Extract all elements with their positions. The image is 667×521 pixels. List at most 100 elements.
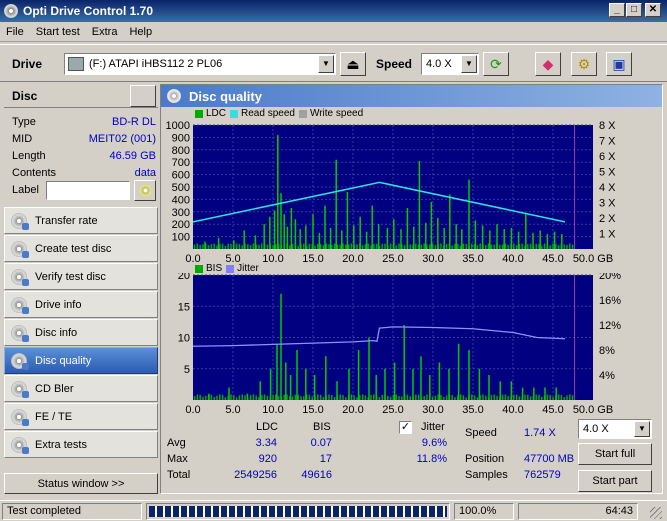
y-tick-label: 700: [172, 157, 190, 169]
y-tick-label: 1000: [166, 120, 190, 132]
stats-speed-label: Speed: [465, 427, 497, 439]
stats-jitter-avg: 9.6%: [421, 437, 447, 449]
chart1-legend: LDC Read speed Write speed: [191, 108, 363, 119]
progress-fill: [149, 506, 447, 517]
nav-cd-bler[interactable]: CD Bler: [4, 375, 158, 402]
stats-avg-ldc: 3.34: [255, 437, 277, 449]
y-tick-label: 10: [178, 333, 190, 345]
x-tick-label: 35.0: [462, 253, 483, 265]
menu-help[interactable]: Help: [123, 26, 158, 38]
menu-extra[interactable]: Extra: [86, 26, 124, 38]
nav-label: Disc info: [35, 326, 78, 339]
status-window-button[interactable]: Status window >>: [4, 473, 158, 494]
disc-icon: [11, 352, 29, 370]
title-bar: Opti Drive Control 1.70 _ □ ✕: [0, 0, 667, 22]
resize-grip[interactable]: [650, 507, 662, 519]
menu-start-test[interactable]: Start test: [30, 26, 86, 38]
nav-disc-quality[interactable]: Disc quality: [4, 347, 158, 374]
x-tick-label: 20.0: [342, 404, 363, 416]
jitter-checkbox[interactable]: ✓: [399, 421, 412, 434]
stats-position-label: Position: [465, 453, 505, 465]
y2-tick-label: 12%: [599, 320, 621, 332]
x-tick-label: 10.0: [262, 253, 283, 265]
save-icon[interactable]: ▣: [606, 52, 632, 76]
nav-label: Extra tests: [35, 438, 87, 451]
status-bar: Test completed 100.0% 64:43: [0, 500, 667, 521]
x-tick-label: 50.0 GB: [573, 253, 613, 265]
y-tick-label: 20: [178, 273, 190, 282]
stats-samples-value: 762579: [524, 469, 561, 481]
disc-icon: [11, 296, 29, 314]
disc-label-input[interactable]: [46, 181, 130, 200]
stats-total-ldc: 2549256: [234, 469, 277, 481]
settings-icon[interactable]: ⚙: [571, 52, 597, 76]
disc-mid-label: MID: [12, 133, 33, 145]
disc-refresh-button[interactable]: [130, 85, 156, 107]
stats-avg-bis: 0.07: [310, 437, 332, 449]
chevron-down-icon: ▼: [461, 55, 477, 73]
y-tick-label: 5: [184, 364, 190, 376]
x-tick-label: 50.0 GB: [573, 404, 613, 416]
window-title: Opti Drive Control 1.70: [23, 4, 154, 18]
nav-transfer-rate[interactable]: Transfer rate: [4, 207, 158, 234]
toolbar: Drive (F:) ATAPI iHBS112 2 PL06 ▼ ⏏ Spee…: [0, 44, 667, 82]
minimize-button[interactable]: _: [609, 3, 625, 17]
y-tick-label: 15: [178, 301, 190, 313]
nav-label: FE / TE: [35, 410, 73, 423]
disc-header: Disc: [4, 84, 158, 108]
bis-chart: 20 15 10 5 20% 16% 12% 8% 4% 0.0 5.0 10.0 15.0 20.0 25…: [178, 273, 621, 416]
nav-extra-tests[interactable]: Extra tests: [4, 431, 158, 458]
x-tick-label: 0.0: [185, 404, 200, 416]
y2-tick-label: 3 X: [599, 198, 616, 210]
start-full-button[interactable]: Start full: [578, 443, 652, 465]
maximize-button[interactable]: □: [626, 3, 642, 17]
nav-label: CD Bler: [35, 382, 74, 395]
charts-area: LDC Read speed Write speed BIS Jitter 10…: [161, 107, 662, 417]
status-text: Test completed: [2, 503, 142, 520]
nav-drive-info[interactable]: Drive info: [4, 291, 158, 318]
drive-select[interactable]: (F:) ATAPI iHBS112 2 PL06 ▼: [64, 53, 336, 75]
test-speed-select[interactable]: 4.0 X ▼: [578, 419, 652, 439]
y-tick-label: 400: [172, 194, 190, 206]
start-part-button[interactable]: Start part: [578, 470, 652, 492]
stats-speed-value: 1.74 X: [524, 427, 556, 439]
x-tick-label: 40.0: [502, 253, 523, 265]
jitter-label: Jitter: [421, 421, 445, 433]
x-tick-label: 25.0: [382, 253, 403, 265]
y2-tick-label: 16%: [599, 295, 621, 307]
disc-mid-value: MEIT02 (001): [88, 133, 156, 145]
nav-disc-info[interactable]: Disc info: [4, 319, 158, 346]
eject-button[interactable]: ⏏: [340, 52, 366, 76]
disc-quality-icon: [167, 89, 181, 103]
disc-contents-value: data: [134, 167, 156, 179]
panel-header: Disc quality: [161, 85, 662, 107]
chevron-down-icon: ▼: [318, 55, 334, 73]
disc-header-title: Disc: [12, 89, 38, 103]
menu-bar: File Start test Extra Help: [0, 22, 667, 42]
speed-select[interactable]: 4.0 X ▼: [421, 53, 479, 75]
x-tick-label: 15.0: [302, 253, 323, 265]
disc-icon: [11, 268, 29, 286]
disc-icon: [11, 240, 29, 258]
menu-file[interactable]: File: [0, 26, 30, 38]
disc-label-button[interactable]: [134, 180, 156, 201]
progress-percent: 100.0%: [454, 503, 514, 520]
nav-label: Create test disc: [35, 242, 112, 255]
disc-icon: [11, 408, 29, 426]
x-tick-label: 35.0: [462, 404, 483, 416]
x-tick-label: 5.0: [225, 253, 240, 265]
legend-swatch-write-speed: [298, 109, 307, 118]
chevron-down-icon: ▼: [634, 421, 650, 437]
y-tick-label: 900: [172, 132, 190, 144]
y2-tick-label: 6 X: [599, 151, 616, 163]
refresh-icon[interactable]: ⟳: [483, 52, 509, 76]
speed-select-value: 4.0 X: [426, 58, 452, 70]
legend-swatch-read-speed: [230, 109, 239, 118]
nav-fe-te[interactable]: FE / TE: [4, 403, 158, 430]
disc-icon: [11, 324, 29, 342]
nav-verify-test-disc[interactable]: Verify test disc: [4, 263, 158, 290]
nav-create-test-disc[interactable]: Create test disc: [4, 235, 158, 262]
y2-tick-label: 7 X: [599, 136, 616, 148]
close-button[interactable]: ✕: [645, 3, 661, 17]
erase-icon[interactable]: ◆: [535, 52, 561, 76]
